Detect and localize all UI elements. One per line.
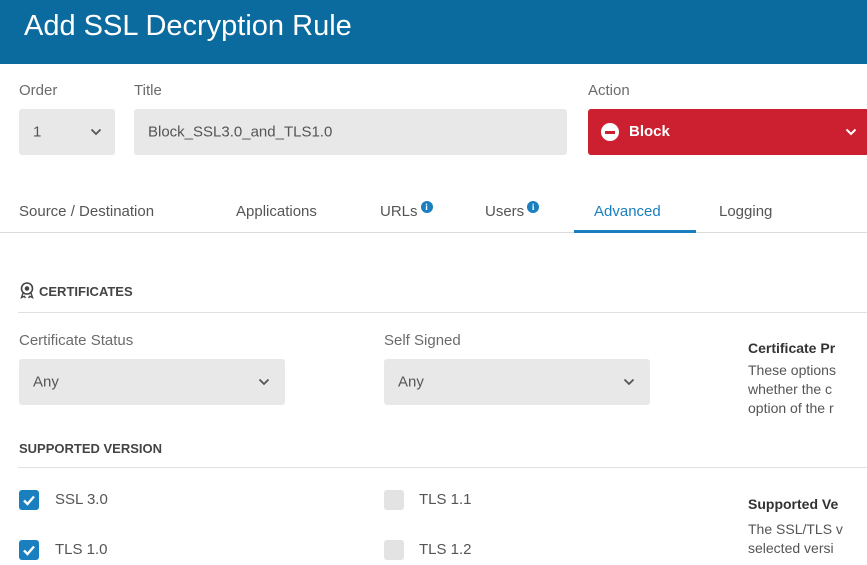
checkmark-icon <box>23 495 35 506</box>
supported-help-line: The SSL/TLS v <box>748 521 843 537</box>
active-tab-indicator <box>574 230 696 233</box>
info-icon[interactable]: i <box>527 201 540 213</box>
tab-urls[interactable]: URLs i <box>380 201 433 220</box>
tab-applications[interactable]: Applications <box>236 203 317 220</box>
tab-users[interactable]: Users i <box>485 201 540 220</box>
order-label: Order <box>19 82 58 99</box>
section-divider <box>18 467 867 468</box>
tls11-checkbox[interactable] <box>384 490 404 510</box>
chevron-down-icon <box>258 378 270 386</box>
title-input[interactable]: Block_SSL3.0_and_TLS1.0 <box>134 109 567 155</box>
checkmark-icon <box>23 545 35 556</box>
tab-label: Logging <box>719 203 773 220</box>
dialog-header: Add SSL Decryption Rule <box>0 0 867 64</box>
info-icon[interactable]: i <box>420 201 433 213</box>
tab-source-destination[interactable]: Source / Destination <box>19 203 154 220</box>
self-signed-label: Self Signed <box>384 332 461 349</box>
action-select[interactable]: Block <box>588 109 867 155</box>
certificate-help-line: These options <box>748 362 836 378</box>
dialog-title: Add SSL Decryption Rule <box>24 10 352 42</box>
tab-label: URLs <box>380 203 418 220</box>
certificate-status-label: Certificate Status <box>19 332 134 349</box>
tls10-label: TLS 1.0 <box>55 541 108 558</box>
supported-help-title: Supported Ve <box>748 496 839 512</box>
certificate-help-title: Certificate Pr <box>748 340 836 356</box>
certificate-status-select[interactable]: Any <box>19 359 285 405</box>
ssl30-label: SSL 3.0 <box>55 491 108 508</box>
chevron-down-icon <box>90 128 102 136</box>
tls12-label: TLS 1.2 <box>419 541 472 558</box>
self-signed-select[interactable]: Any <box>384 359 650 405</box>
chevron-down-icon <box>623 378 635 386</box>
certificate-help-line: whether the c <box>748 381 833 397</box>
title-label: Title <box>134 82 162 99</box>
tab-label: Advanced <box>594 203 661 220</box>
certificate-status-value: Any <box>33 373 59 391</box>
chevron-down-icon <box>845 128 857 136</box>
supported-help-line: selected versi <box>748 540 834 556</box>
certificate-help-line: option of the r <box>748 400 834 416</box>
tab-label: Applications <box>236 203 317 220</box>
tab-label: Source / Destination <box>19 203 155 220</box>
supported-version-heading: SUPPORTED VERSION <box>19 441 163 456</box>
section-divider <box>18 312 867 313</box>
certificate-badge-icon <box>20 282 34 299</box>
ssl30-checkbox[interactable] <box>19 490 39 510</box>
tls11-label: TLS 1.1 <box>419 491 472 508</box>
certificates-heading: CERTIFICATES <box>39 284 133 299</box>
tab-label: Users <box>485 203 525 220</box>
tab-advanced[interactable]: Advanced <box>594 203 661 220</box>
block-icon <box>601 123 619 141</box>
tls12-checkbox[interactable] <box>384 540 404 560</box>
tab-logging[interactable]: Logging <box>719 203 772 220</box>
self-signed-value: Any <box>398 373 424 391</box>
action-value: Block <box>629 123 670 140</box>
action-label: Action <box>588 82 630 99</box>
tabs-divider <box>0 232 867 233</box>
tls10-checkbox[interactable] <box>19 540 39 560</box>
order-select[interactable]: 1 <box>19 109 115 155</box>
title-value: Block_SSL3.0_and_TLS1.0 <box>148 123 333 141</box>
order-value: 1 <box>33 123 42 141</box>
